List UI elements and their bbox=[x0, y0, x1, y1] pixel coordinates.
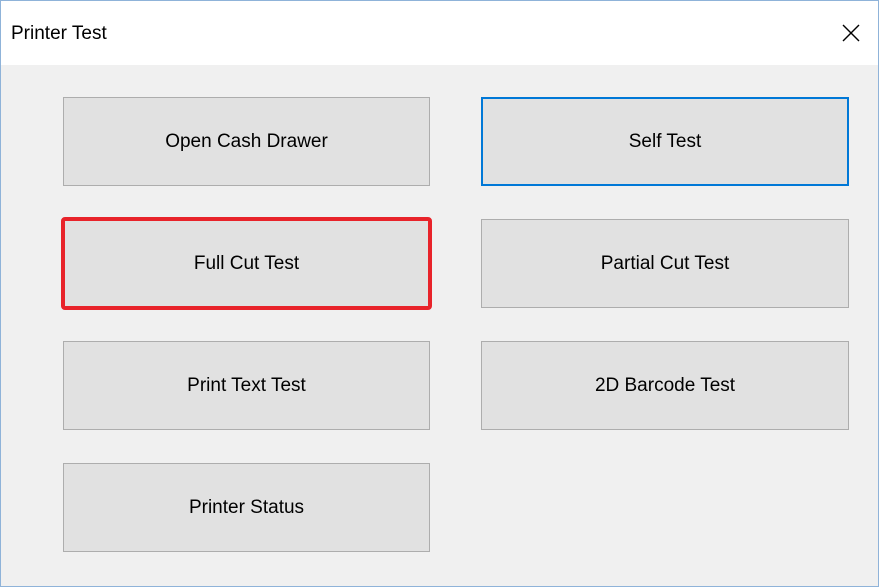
open-cash-drawer-button[interactable]: Open Cash Drawer bbox=[63, 97, 430, 186]
window-title: Printer Test bbox=[11, 23, 107, 44]
partial-cut-test-button[interactable]: Partial Cut Test bbox=[481, 219, 849, 308]
partial-cut-test-label: Partial Cut Test bbox=[600, 252, 730, 274]
printer-status-label: Printer Status bbox=[188, 496, 305, 518]
printer-status-button[interactable]: Printer Status bbox=[63, 463, 430, 552]
close-button[interactable] bbox=[824, 1, 878, 65]
self-test-label: Self Test bbox=[628, 130, 702, 152]
full-cut-test-button[interactable]: Full Cut Test bbox=[61, 217, 432, 310]
open-cash-drawer-label: Open Cash Drawer bbox=[165, 130, 328, 152]
2d-barcode-test-label: 2D Barcode Test bbox=[594, 374, 736, 396]
self-test-button[interactable]: Self Test bbox=[481, 97, 849, 186]
print-text-test-label: Print Text Test bbox=[187, 374, 306, 396]
title-bar: Printer Test bbox=[1, 1, 878, 65]
close-icon bbox=[842, 24, 860, 42]
printer-test-dialog: Printer Test Open Cash Drawer Self Test … bbox=[0, 0, 879, 587]
2d-barcode-test-button[interactable]: 2D Barcode Test bbox=[481, 341, 849, 430]
print-text-test-button[interactable]: Print Text Test bbox=[63, 341, 430, 430]
full-cut-test-label: Full Cut Test bbox=[193, 252, 300, 274]
